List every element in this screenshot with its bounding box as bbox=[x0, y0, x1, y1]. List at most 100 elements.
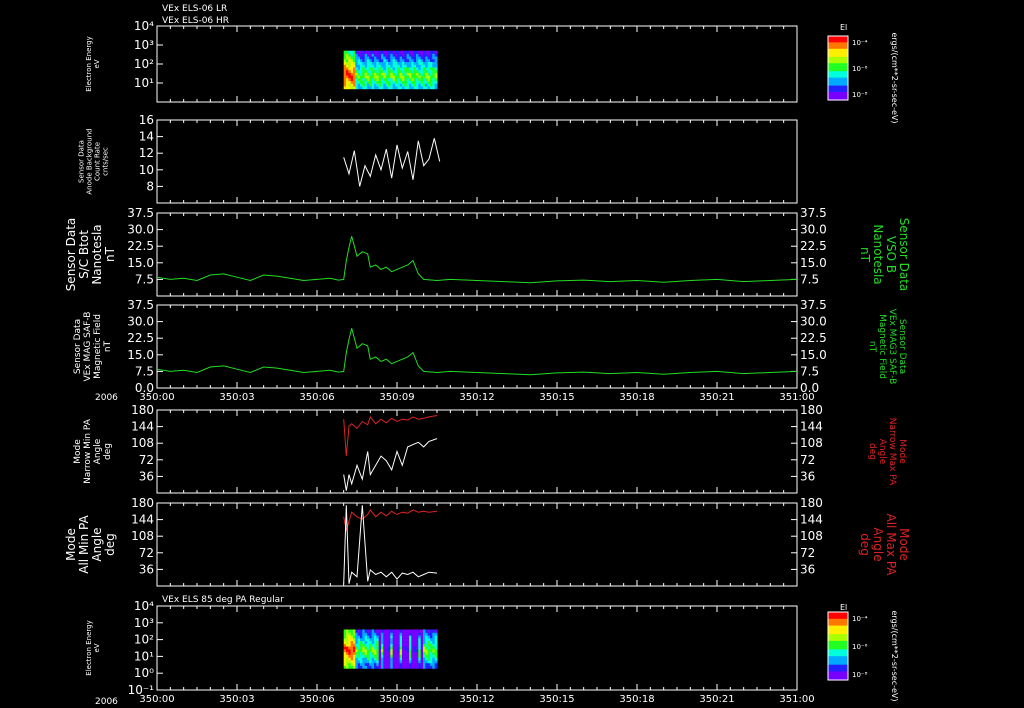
panel7-y-tick-label: 10³ bbox=[134, 616, 154, 630]
panel6-ylabel-line: deg bbox=[103, 533, 117, 556]
panel2-y-tick-label: 8 bbox=[146, 179, 154, 193]
panel6-rlabel-line: All Max PA bbox=[884, 514, 898, 577]
panel2-ylabel-line: Sensor Data bbox=[77, 140, 85, 183]
panel5-ylabel-line: Mode bbox=[73, 439, 83, 464]
panel7-title: VEx ELS 85 deg PA Regular bbox=[162, 595, 284, 605]
panel4-y-tick-label: 37.5 bbox=[127, 298, 154, 312]
colorbar-tick-label: 10⁻⁴ bbox=[852, 615, 868, 623]
colorbar1-title: El bbox=[840, 23, 847, 32]
x-tick-label: 350:06 bbox=[299, 694, 334, 705]
panel5-rlabel-line: Mode bbox=[897, 439, 907, 464]
panel3-ylabel-line: Nanotesla bbox=[90, 224, 104, 284]
panel1-y-tick-label: 10² bbox=[134, 57, 154, 71]
panel1-cell bbox=[432, 50, 436, 54]
panel5-rlabel-line: Narrow Max PA bbox=[887, 418, 897, 486]
panel7-ylabel-line: Electron Energy bbox=[85, 620, 93, 675]
panel1-cell bbox=[397, 61, 401, 65]
x-tick-label: 350:12 bbox=[459, 392, 494, 403]
panel1-cell bbox=[432, 61, 436, 65]
panel3-y-tick-label-right: 22.5 bbox=[800, 239, 827, 253]
panel1-cell bbox=[404, 50, 408, 54]
panel1-cell bbox=[397, 50, 401, 54]
panel1-ylabel-line: eV bbox=[93, 59, 101, 68]
panel1-y-tick-label: 10³ bbox=[134, 38, 154, 52]
panel6-y-tick-label: 144 bbox=[131, 513, 154, 527]
panel1-cell bbox=[376, 61, 380, 65]
panel5-y-tick-label-right: 72 bbox=[800, 453, 815, 467]
panel4-y-tick-label-right: 30.0 bbox=[800, 315, 827, 329]
panel5-y-tick-label-right: 36 bbox=[800, 469, 815, 483]
panel2-ylabel-line: Anode Background bbox=[85, 128, 93, 194]
panel1-cell bbox=[348, 61, 352, 65]
panel4-ylabel-line: Magnetic Field bbox=[93, 314, 103, 379]
colorbar-tick-label: 10⁻⁴ bbox=[852, 39, 868, 47]
panel1-cell bbox=[348, 50, 352, 54]
panel2-ylabel-line: cnts/sec bbox=[101, 147, 109, 176]
panel1: Electron Energy eV 10⁴ 10³ 10² 10¹ bbox=[85, 19, 798, 103]
panel3-y-tick-label-right: 7.5 bbox=[800, 272, 819, 286]
x-tick-label: 350:09 bbox=[379, 392, 414, 403]
panel1-cell bbox=[376, 50, 380, 54]
panel7-cell bbox=[434, 629, 438, 633]
colorbar-tick-label: 10⁻⁶ bbox=[852, 643, 868, 651]
panel3-frame bbox=[156, 212, 798, 297]
year-label-bottom: 2006 bbox=[95, 697, 118, 707]
colorbar-unit: ergs/(cm**2-sr-sec-eV) bbox=[890, 610, 899, 701]
panel1-cell bbox=[411, 61, 415, 65]
panel5: Mode Narrow Min PA Angle deg ModeNarrow Max … bbox=[73, 403, 907, 494]
panel3-y-tick-label: 15.0 bbox=[127, 256, 154, 270]
panel7-cell bbox=[348, 629, 352, 633]
panel1-cell bbox=[362, 80, 366, 84]
x-tick-label: 350:15 bbox=[539, 392, 574, 403]
panel1-cell bbox=[425, 61, 429, 65]
panel6: Mode All Min PA Angle deg ModeAll Max PAAngl… bbox=[64, 496, 911, 587]
panel3-series-0 bbox=[156, 236, 798, 284]
colorbar-tick-label: 10⁻⁸ bbox=[852, 671, 868, 679]
panel6-y-tick-label: 108 bbox=[131, 529, 154, 543]
panel7-cell bbox=[425, 629, 429, 633]
panel5-y-tick-label-right: 144 bbox=[800, 420, 823, 434]
panel7-cell bbox=[397, 629, 401, 633]
panel1-cell bbox=[369, 80, 373, 84]
colorbar-2: 10⁻⁴ 10⁻⁶ 10⁻⁸ ergs/(cm**2-sr-sec-eV) bbox=[827, 610, 899, 702]
panel7-ylabel-line: eV bbox=[93, 643, 101, 652]
panel1-y-tick-label: 10¹ bbox=[134, 76, 154, 90]
panel5-ylabel-line: Angle bbox=[93, 438, 103, 464]
x-tick-label: 350:00 bbox=[139, 694, 174, 705]
panel3: Sensor Data S/C Btot Nanotesla nT Sensor Dat… bbox=[64, 206, 911, 297]
panel2-y-tick-label: 10 bbox=[139, 163, 154, 177]
panel1-cell bbox=[432, 80, 436, 84]
x-tick-label: 350:15 bbox=[539, 694, 574, 705]
panel4-y-tick-label: 15.0 bbox=[127, 348, 154, 362]
panel1-cell bbox=[383, 50, 387, 54]
panel3-y-tick-label-right: 30.0 bbox=[800, 223, 827, 237]
panel1-cell bbox=[397, 80, 401, 84]
panel5-y-tick-label: 108 bbox=[131, 436, 154, 450]
panel3-y-tick-label: 30.0 bbox=[127, 223, 154, 237]
x-tick-label: 350:03 bbox=[219, 694, 254, 705]
panel4-y-tick-label-right: 15.0 bbox=[800, 348, 827, 362]
panel3-y-tick-label: 22.5 bbox=[127, 239, 154, 253]
panel1-cell bbox=[418, 61, 422, 65]
panel5-y-tick-label: 72 bbox=[139, 453, 154, 467]
panel6-y-tick-label-right: 36 bbox=[800, 562, 815, 576]
panel5-frame bbox=[156, 409, 798, 494]
panel6-rlabel-line: deg bbox=[858, 533, 872, 556]
panel2-series-0 bbox=[343, 138, 441, 187]
colorbar-tick-label: 10⁻⁶ bbox=[852, 65, 868, 73]
panel4-y-tick-label: 7.5 bbox=[135, 364, 154, 378]
header-line1: VEx ELS-06 LR bbox=[162, 4, 227, 14]
panel6-y-tick-label-right: 108 bbox=[800, 529, 823, 543]
panel4-rlabel-line: Magnetic Field bbox=[877, 314, 887, 379]
panel3-ylabel-line: S/C Btot bbox=[77, 230, 91, 279]
panel1-cell bbox=[390, 61, 394, 65]
panel5-rlabel-line: Angle bbox=[877, 439, 887, 465]
panel7-y-tick-label: 10⁴ bbox=[134, 599, 154, 613]
panel5-y-tick-label-right: 180 bbox=[800, 403, 823, 417]
panel6-ylabel-line: All Min PA bbox=[77, 514, 91, 573]
panel5-y-tick-label: 36 bbox=[139, 469, 154, 483]
panel1-cell bbox=[362, 61, 366, 65]
panel3-y-tick-label-right: 15.0 bbox=[800, 256, 827, 270]
x-tick-label: 351:00 bbox=[779, 694, 814, 705]
panel7-cell bbox=[369, 629, 373, 633]
